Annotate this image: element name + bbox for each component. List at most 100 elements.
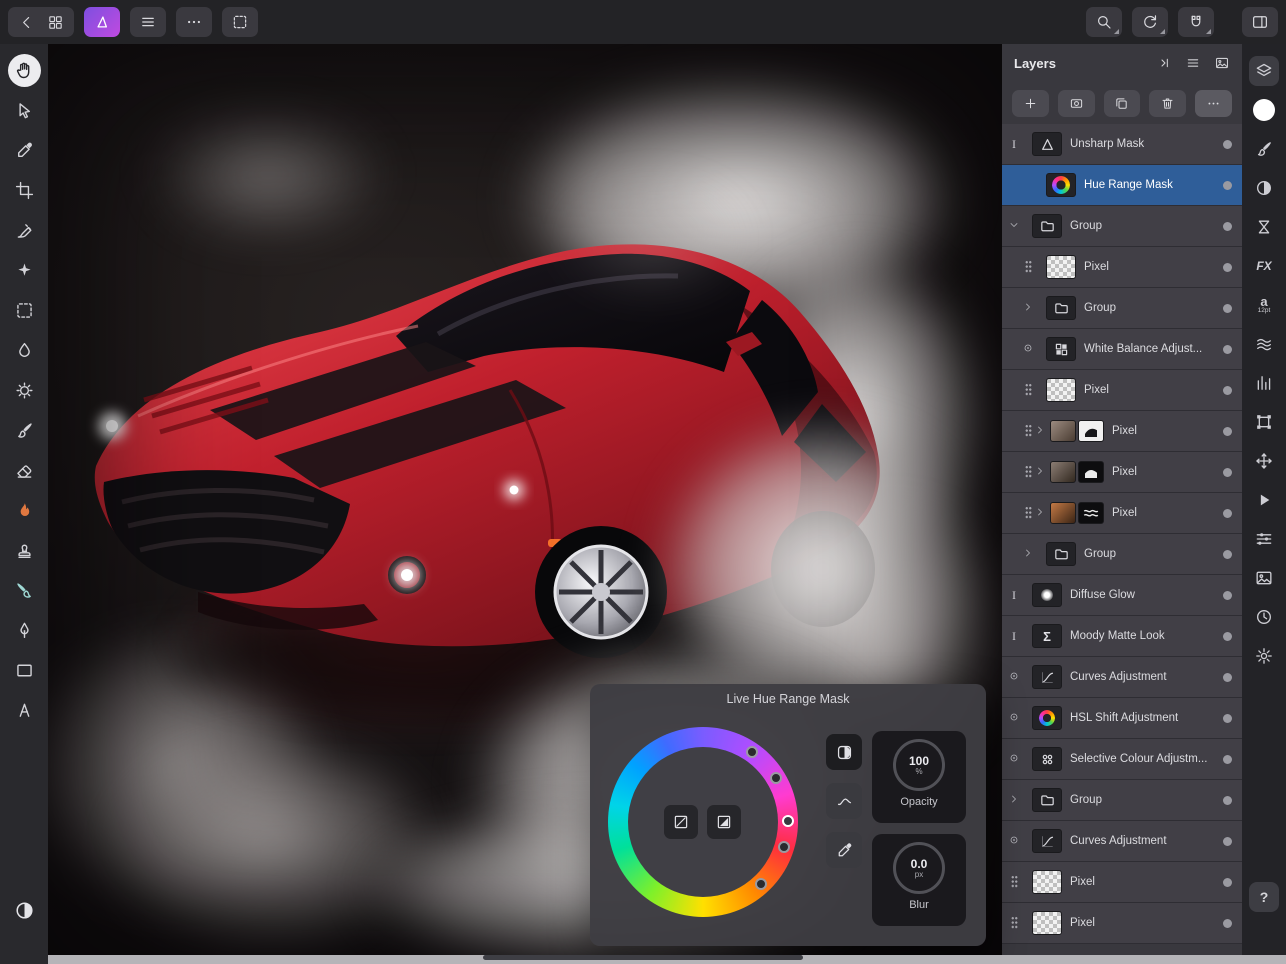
vis-icon[interactable] bbox=[1008, 711, 1020, 726]
layer-row[interactable]: I Unsharp Mask bbox=[1002, 124, 1242, 165]
layers-panel-icon[interactable] bbox=[1249, 56, 1279, 86]
flood-select-tool[interactable] bbox=[10, 336, 38, 364]
move-tool[interactable] bbox=[10, 96, 38, 124]
layer-visibility-toggle[interactable] bbox=[1223, 139, 1232, 149]
arrange-panel-icon[interactable] bbox=[1249, 446, 1279, 476]
layer-row[interactable]: HSL Shift Adjustment bbox=[1002, 698, 1242, 739]
layer-row[interactable]: Group bbox=[1002, 288, 1242, 329]
layer-row[interactable]: Curves Adjustment bbox=[1002, 821, 1242, 862]
opacity-dial[interactable]: 100 % Opacity bbox=[872, 731, 966, 823]
vis-icon[interactable] bbox=[1008, 834, 1020, 849]
layer-visibility-toggle[interactable] bbox=[1223, 467, 1232, 477]
grip-icon[interactable] bbox=[1011, 875, 1018, 889]
channels-panel-icon[interactable] bbox=[1249, 524, 1279, 554]
colour-picker-tool[interactable] bbox=[10, 136, 38, 164]
layer-row[interactable]: Pixel bbox=[1002, 493, 1242, 534]
fx-panel-icon[interactable]: FX bbox=[1249, 251, 1279, 281]
text-panel-icon[interactable]: a 12pt bbox=[1249, 290, 1279, 320]
dodge-tool[interactable] bbox=[10, 376, 38, 404]
colour-panel-icon[interactable] bbox=[1249, 95, 1279, 125]
layer-thumbnail[interactable] bbox=[1032, 747, 1062, 771]
vis-icon[interactable] bbox=[1022, 342, 1034, 357]
layer-visibility-toggle[interactable] bbox=[1223, 549, 1232, 559]
transform-panel-icon[interactable] bbox=[1249, 407, 1279, 437]
layer-visibility-toggle[interactable] bbox=[1223, 795, 1232, 805]
chevron-right-icon[interactable] bbox=[1034, 465, 1046, 480]
mask-layer-button[interactable] bbox=[1057, 89, 1095, 117]
layer-visibility-toggle[interactable] bbox=[1223, 385, 1232, 395]
layer-row[interactable]: Pixel bbox=[1002, 370, 1242, 411]
layer-thumbnail[interactable] bbox=[1032, 132, 1062, 156]
rotate-canvas-button[interactable] bbox=[1132, 7, 1168, 37]
chevron-right-icon[interactable] bbox=[1034, 506, 1046, 521]
settings-icon[interactable] bbox=[1249, 641, 1279, 671]
adjustments-panel-icon[interactable] bbox=[1249, 173, 1279, 203]
duplicate-layer-button[interactable] bbox=[1103, 89, 1141, 117]
histogram-panel-icon[interactable] bbox=[1249, 368, 1279, 398]
layer-thumbnail[interactable] bbox=[1032, 911, 1062, 935]
layer-more-button[interactable] bbox=[1195, 89, 1232, 117]
layer-row[interactable]: Curves Adjustment bbox=[1002, 657, 1242, 698]
layer-thumbnail[interactable] bbox=[1032, 665, 1062, 689]
vis-icon[interactable] bbox=[1008, 752, 1020, 767]
collapse-panel-icon[interactable] bbox=[1156, 55, 1172, 71]
layer-thumbnail[interactable] bbox=[1046, 255, 1076, 279]
layer-visibility-toggle[interactable] bbox=[1223, 590, 1232, 600]
layer-row[interactable]: Pixel bbox=[1002, 862, 1242, 903]
toggle-right-panel-button[interactable] bbox=[1242, 7, 1278, 37]
history-panel-icon[interactable] bbox=[1249, 602, 1279, 632]
layer-row[interactable]: Pixel bbox=[1002, 411, 1242, 452]
grip-icon[interactable] bbox=[1025, 506, 1032, 520]
layer-visibility-toggle[interactable] bbox=[1223, 631, 1232, 641]
chevron-down-icon[interactable] bbox=[1008, 219, 1020, 234]
snapping-button[interactable] bbox=[1178, 7, 1214, 37]
layer-row[interactable]: Group bbox=[1002, 534, 1242, 575]
grip-icon[interactable] bbox=[1025, 260, 1032, 274]
home-indicator[interactable] bbox=[483, 955, 803, 960]
layer-visibility-toggle[interactable] bbox=[1223, 426, 1232, 436]
crop-tool[interactable] bbox=[10, 176, 38, 204]
layer-thumbnail[interactable] bbox=[1032, 829, 1062, 853]
layer-visibility-toggle[interactable] bbox=[1223, 303, 1232, 313]
blur-dial[interactable]: 0.0 px Blur bbox=[872, 834, 966, 926]
erase-tool[interactable] bbox=[10, 456, 38, 484]
hue-range-node[interactable] bbox=[746, 746, 758, 758]
chevron-right-icon[interactable] bbox=[1034, 424, 1046, 439]
layer-visibility-toggle[interactable] bbox=[1223, 918, 1232, 928]
layer-thumbnail[interactable] bbox=[1050, 502, 1104, 524]
paint-brush-tool[interactable] bbox=[10, 416, 38, 444]
add-layer-button[interactable] bbox=[1012, 89, 1049, 117]
brushes-panel-icon[interactable] bbox=[1249, 134, 1279, 164]
app-logo-button[interactable] bbox=[84, 7, 120, 37]
marquee-selection-tool[interactable] bbox=[10, 296, 38, 324]
layer-visibility-toggle[interactable] bbox=[1223, 713, 1232, 723]
hue-range-node-selected[interactable] bbox=[782, 815, 794, 827]
reverse-ramp-button[interactable] bbox=[707, 805, 741, 839]
layer-thumbnail[interactable] bbox=[1046, 173, 1076, 197]
layer-row[interactable]: Group bbox=[1002, 780, 1242, 821]
theme-toggle[interactable] bbox=[10, 896, 38, 924]
smudge-tool[interactable] bbox=[10, 576, 38, 604]
burn-tool[interactable] bbox=[10, 496, 38, 524]
layer-visibility-toggle[interactable] bbox=[1223, 672, 1232, 682]
layer-row[interactable]: White Balance Adjust... bbox=[1002, 329, 1242, 370]
blemish-removal-tool[interactable] bbox=[10, 256, 38, 284]
layer-thumbnail[interactable] bbox=[1032, 583, 1062, 607]
invert-mask-button[interactable] bbox=[826, 734, 862, 770]
stock-panel-icon[interactable] bbox=[1249, 563, 1279, 593]
selection-brush-tool[interactable] bbox=[10, 216, 38, 244]
layer-visibility-toggle[interactable] bbox=[1223, 836, 1232, 846]
layer-visibility-toggle[interactable] bbox=[1223, 754, 1232, 764]
layer-thumbnail[interactable] bbox=[1046, 378, 1076, 402]
layer-visibility-toggle[interactable] bbox=[1223, 221, 1232, 231]
linear-ramp-button[interactable] bbox=[664, 805, 698, 839]
hue-range-node[interactable] bbox=[778, 841, 790, 853]
macros-panel-icon[interactable] bbox=[1249, 485, 1279, 515]
layer-thumbnail[interactable] bbox=[1032, 706, 1062, 730]
layer-thumbnail[interactable] bbox=[1046, 337, 1076, 361]
panel-menu-icon[interactable] bbox=[1185, 55, 1201, 71]
blur-dial-ring[interactable]: 0.0 px bbox=[893, 842, 945, 894]
pen-tool[interactable] bbox=[10, 616, 38, 644]
layer-row[interactable]: Pixel bbox=[1002, 452, 1242, 493]
liquify-panel-icon[interactable] bbox=[1249, 329, 1279, 359]
